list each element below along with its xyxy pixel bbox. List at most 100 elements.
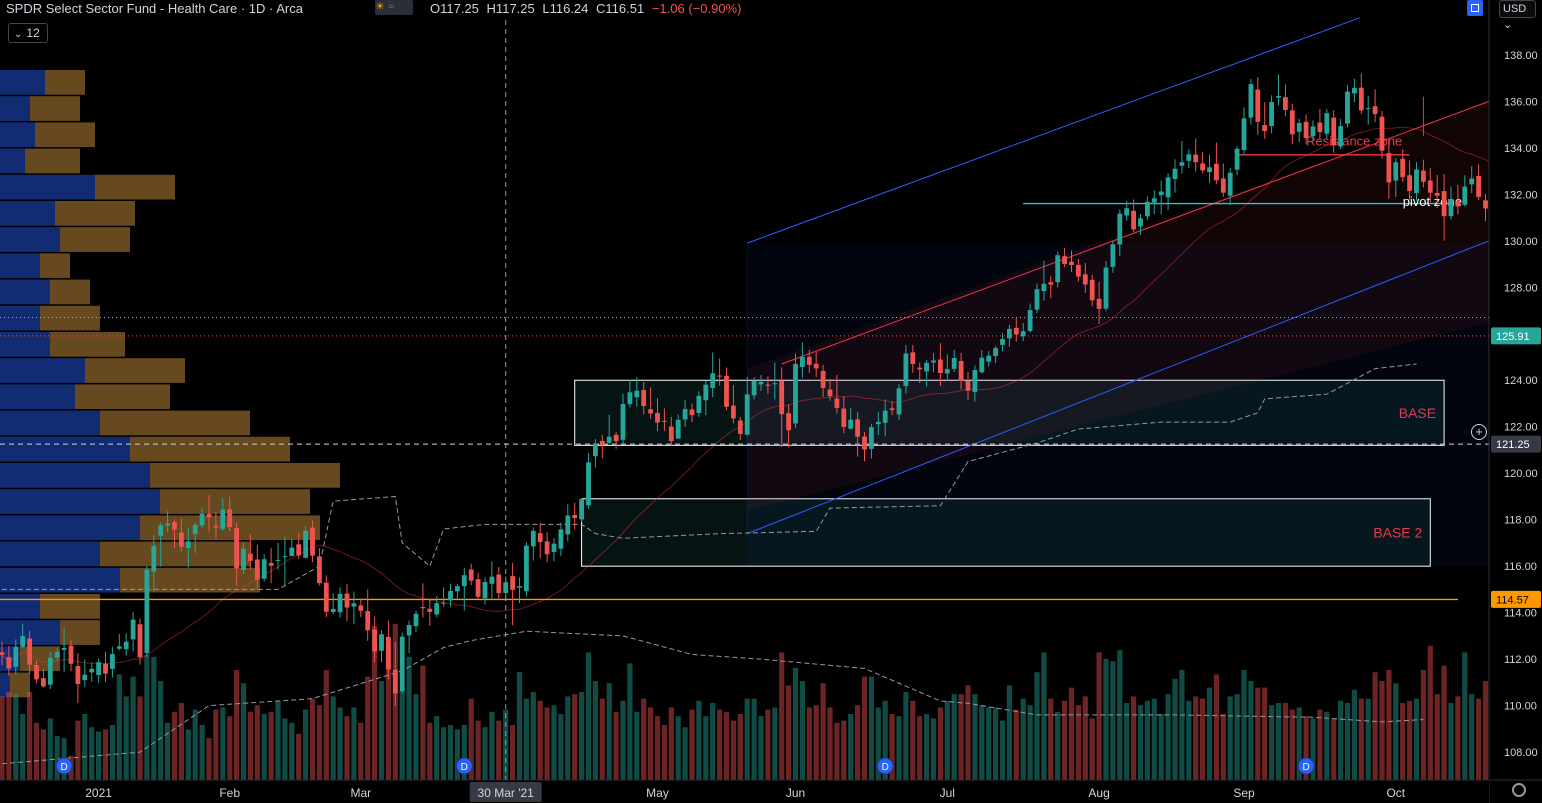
- candle-body: [1476, 175, 1481, 197]
- volume-bar: [758, 716, 764, 780]
- volume-bar: [496, 720, 502, 780]
- profile-bar-down: [100, 410, 250, 436]
- candle-body: [758, 381, 764, 385]
- volume-bar: [27, 692, 33, 780]
- profile-bar-up: [0, 148, 25, 174]
- candle-body: [27, 638, 32, 665]
- candle-body: [806, 356, 812, 365]
- volume-bar: [1213, 674, 1219, 780]
- candle-body: [116, 646, 122, 649]
- candle-body: [662, 420, 667, 422]
- candle-body: [613, 434, 619, 442]
- volume-bar: [675, 716, 681, 780]
- candle-body: [855, 419, 860, 437]
- add-alert-icon[interactable]: +: [1471, 424, 1487, 440]
- candle-body: [261, 559, 267, 579]
- volume-bar: [165, 722, 171, 780]
- volume-bar: [303, 709, 309, 780]
- candle-body: [103, 663, 108, 674]
- candle-body: [179, 532, 184, 547]
- profile-bar-up: [0, 463, 150, 488]
- volume-bar: [20, 714, 26, 780]
- price-chart[interactable]: BASEBASE 2Resistance zonepivot zoneDDDD …: [0, 0, 1542, 803]
- volume-bar: [192, 709, 198, 780]
- candle-body: [1386, 153, 1392, 183]
- y-tick-label: 130.00: [1504, 236, 1538, 248]
- volume-bar: [868, 676, 874, 780]
- candle-body: [951, 357, 957, 369]
- candle-body: [765, 384, 771, 386]
- candle-body: [248, 553, 253, 561]
- candle-body: [344, 593, 350, 608]
- indicators-toggle[interactable]: ⌄ 12: [8, 23, 48, 43]
- volume-bar: [1338, 700, 1344, 780]
- candle-body: [1393, 162, 1399, 181]
- volume-bar: [171, 711, 178, 780]
- profile-bar-up: [0, 253, 40, 279]
- fullscreen-icon[interactable]: [1467, 0, 1483, 16]
- volume-bar: [1462, 652, 1468, 780]
- volume-bar: [972, 694, 978, 780]
- profile-bar-up: [0, 70, 45, 95]
- profile-bar-down: [150, 463, 340, 488]
- profile-bar-down: [50, 332, 125, 357]
- volume-bar: [213, 709, 219, 780]
- candle-body: [68, 645, 74, 664]
- profile-bar-up: [0, 384, 75, 410]
- candle-body: [406, 624, 412, 636]
- volume-bar: [579, 692, 585, 780]
- volume-bar: [999, 720, 1006, 780]
- candle-body: [475, 579, 481, 597]
- volume-bar: [1455, 696, 1461, 780]
- volume-bar: [1062, 700, 1068, 780]
- candle-body: [1000, 339, 1005, 345]
- x-tick-label: 30 Mar '21: [478, 786, 535, 800]
- profile-bar-down: [45, 70, 85, 95]
- volume-bar: [1200, 698, 1206, 780]
- volume-bar: [606, 683, 612, 780]
- profile-bar-up: [0, 567, 120, 593]
- y-tick-label: 112.00: [1504, 654, 1537, 666]
- candle-body: [606, 436, 612, 443]
- candle-body: [510, 576, 515, 590]
- y-tick-label: 136.00: [1504, 96, 1538, 108]
- candle-body: [1283, 97, 1288, 110]
- candle-body: [896, 388, 902, 415]
- candle-body: [503, 582, 509, 594]
- volume-bar: [654, 716, 661, 780]
- y-tick-label: 116.00: [1504, 561, 1537, 573]
- volume-bar: [1372, 672, 1378, 780]
- volume-bar: [434, 716, 440, 780]
- symbol-title[interactable]: SPDR Select Sector Fund - Health Care · …: [6, 1, 303, 16]
- volume-bar: [54, 736, 60, 780]
- volume-bar: [599, 698, 605, 780]
- candle-body: [96, 662, 101, 675]
- volume-bar: [834, 722, 840, 780]
- volume-bar: [1186, 700, 1192, 780]
- volume-bar: [937, 707, 943, 780]
- price-tag-label: 121.25: [1496, 439, 1530, 451]
- currency-select[interactable]: USD ⌄: [1499, 0, 1536, 31]
- volume-bar: [516, 672, 523, 780]
- candle-body: [372, 629, 377, 652]
- y-tick-label: 122.00: [1504, 422, 1538, 434]
- weather-icons[interactable]: ☀ ≈: [375, 0, 413, 15]
- candle-body: [1227, 172, 1233, 196]
- candle-body: [648, 409, 653, 414]
- change-value: −1.06 (−0.90%): [651, 1, 742, 16]
- gear-icon[interactable]: [1512, 783, 1526, 797]
- y-tick-label: 114.00: [1504, 608, 1537, 620]
- x-tick-label: Oct: [1386, 786, 1405, 800]
- candle-body: [1414, 169, 1419, 193]
- volume-bar: [861, 676, 868, 780]
- candle-body: [392, 669, 398, 694]
- dividend-marker-label: D: [60, 762, 67, 773]
- candle-body: [468, 569, 474, 581]
- candle-body: [1158, 191, 1164, 196]
- candle-body: [137, 624, 143, 658]
- candle-body: [903, 353, 909, 387]
- volume-bar: [178, 703, 184, 780]
- candle-body: [820, 370, 826, 388]
- candle-body: [599, 440, 605, 446]
- profile-bar-up: [0, 174, 95, 200]
